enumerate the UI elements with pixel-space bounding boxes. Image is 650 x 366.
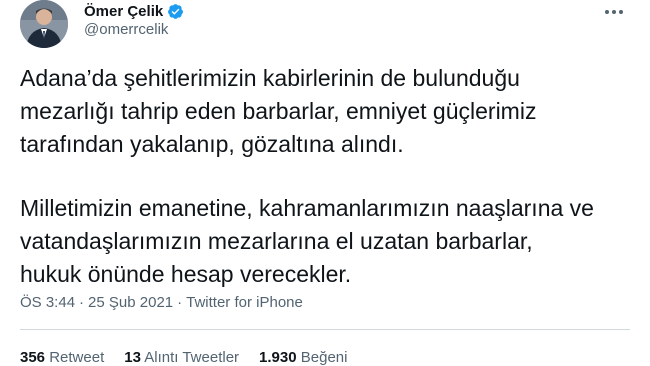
quotes-stat[interactable]: 13 Alıntı Tweetler bbox=[124, 349, 239, 366]
quotes-label: Alıntı Tweetler bbox=[144, 349, 240, 366]
tweet-time[interactable]: ÖS 3:44 bbox=[20, 294, 75, 311]
quotes-count: 13 bbox=[124, 349, 141, 366]
meta-separator: · bbox=[177, 294, 183, 311]
divider bbox=[20, 329, 630, 330]
author-name[interactable]: Ömer Çelik bbox=[84, 3, 163, 20]
verified-badge-icon bbox=[167, 3, 184, 20]
author-row: Ömer Çelik bbox=[84, 0, 184, 22]
tweet-date[interactable]: 25 Şub 2021 bbox=[88, 294, 173, 311]
retweets-label: Retweet bbox=[49, 349, 105, 366]
likes-label: Beğeni bbox=[300, 349, 348, 366]
retweets-count: 356 bbox=[20, 349, 46, 366]
likes-count: 1.930 bbox=[259, 349, 297, 366]
author-handle[interactable]: @omerrcelik bbox=[84, 21, 168, 38]
tweet-text-paragraph-2: Milletimizin emanetine, kahramanlarımızı… bbox=[20, 195, 594, 287]
retweets-stat[interactable]: 356 Retweet bbox=[20, 349, 104, 366]
tweet-source[interactable]: Twitter for iPhone bbox=[186, 294, 303, 311]
more-options-icon[interactable] bbox=[602, 2, 626, 22]
engagement-stats: 356 Retweet 13 Alıntı Tweetler 1.930 Beğ… bbox=[20, 349, 347, 366]
tweet-meta: ÖS 3:44 · 25 Şub 2021 · Twitter for iPho… bbox=[20, 294, 303, 311]
likes-stat[interactable]: 1.930 Beğeni bbox=[259, 349, 347, 366]
tweet-text-paragraph-1: Adana’da şehitlerimizin kabirlerinin de … bbox=[20, 65, 537, 157]
meta-separator: · bbox=[79, 294, 85, 311]
avatar[interactable] bbox=[20, 0, 68, 48]
